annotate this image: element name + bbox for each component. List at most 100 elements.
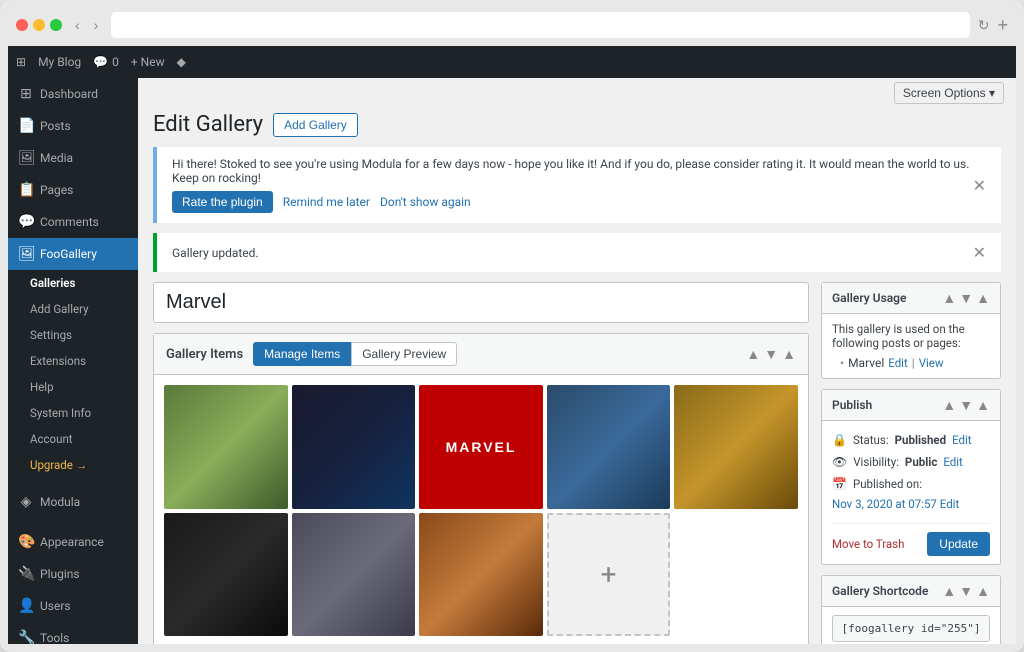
gallery-usage-edit-link[interactable]: Edit (888, 356, 907, 370)
tab-manage-items[interactable]: Manage Items (253, 342, 351, 366)
sidebar-item-foogallery[interactable]: 🖼 FooGallery (8, 238, 138, 270)
gallery-grid: MARVEL + (154, 375, 808, 644)
forward-button[interactable]: › (89, 15, 104, 35)
gallery-thumb-5[interactable] (674, 385, 798, 509)
gallery-usage-down[interactable]: ▼ (959, 290, 973, 306)
shortcode-down[interactable]: ▼ (959, 583, 973, 599)
publish-expand[interactable]: ▲ (976, 397, 990, 413)
sidebar-sub-extensions[interactable]: Extensions (8, 348, 138, 374)
sidebar-item-comments[interactable]: 💬 Comments (8, 206, 138, 238)
gallery-usage-up[interactable]: ▲ (942, 290, 956, 306)
publish-up[interactable]: ▲ (942, 397, 956, 413)
published-date-edit[interactable]: Nov 3, 2020 at 07:57 Edit (832, 497, 959, 511)
settings-sub-label: Settings (30, 328, 72, 342)
sidebar-item-tools[interactable]: 🔧 Tools (8, 622, 138, 644)
shortcode-expand[interactable]: ▲ (976, 583, 990, 599)
update-button[interactable]: Update (927, 532, 990, 556)
tab-gallery-preview[interactable]: Gallery Preview (351, 342, 457, 366)
notice-close-icon[interactable]: ✕ (973, 176, 986, 195)
admin-bar-comments[interactable]: 💬 0 (93, 55, 119, 69)
gallery-thumb-4[interactable] (547, 385, 671, 509)
sidebar-item-modula[interactable]: ◈ Modula (8, 486, 138, 518)
gallery-thumb-1[interactable] (164, 385, 288, 509)
appearance-icon: 🎨 (18, 534, 34, 550)
wordpress-layout: ⊞ My Blog 💬 0 + New ◆ ⊞ Dashboard (8, 46, 1016, 644)
sidebar-sub-system-info[interactable]: System Info (8, 400, 138, 426)
gallery-usage-view-link[interactable]: View (919, 356, 944, 370)
refresh-button[interactable]: ↻ (978, 17, 990, 34)
back-button[interactable]: ‹ (70, 15, 85, 35)
sidebar-item-appearance[interactable]: 🎨 Appearance (8, 526, 138, 558)
gallery-items-collapse-down[interactable]: ▼ (764, 346, 778, 362)
rate-plugin-button[interactable]: Rate the plugin (172, 191, 273, 213)
sidebar-item-users[interactable]: 👤 Users (8, 590, 138, 622)
wp-logo[interactable]: ⊞ (16, 55, 26, 69)
publish-visibility-row: 👁 Visibility: Public Edit (832, 451, 990, 473)
icon-item: ◆ (177, 55, 186, 69)
sidebar-sub-account[interactable]: Account (8, 426, 138, 452)
publish-date-row: 📅 Published on: Nov 3, 2020 at 07:57 Edi… (832, 473, 990, 515)
gallery-items-expand[interactable]: ▲ (782, 346, 796, 362)
gallery-items-collapse-up[interactable]: ▲ (746, 346, 760, 362)
gallery-thumb-2[interactable] (292, 385, 416, 509)
admin-bar-icon[interactable]: ◆ (177, 55, 186, 69)
dont-show-link[interactable]: Don't show again (380, 195, 471, 209)
sidebar-label-dashboard: Dashboard (40, 87, 98, 101)
page-header: Edit Gallery Add Gallery (138, 108, 1016, 147)
comments-nav-icon: 💬 (18, 214, 34, 230)
status-edit-link[interactable]: Edit (952, 433, 971, 447)
publish-body: 🔒 Status: Published Edit 👁 Visibility: P… (822, 421, 1000, 564)
main-content: Screen Options ▾ Edit Gallery Add Galler… (138, 78, 1016, 644)
notice-content: Hi there! Stoked to see you're using Mod… (172, 157, 973, 213)
sidebar-submenu-foogallery: Galleries Add Gallery Settings Extension… (8, 270, 138, 478)
status-value: Published (895, 433, 946, 447)
new-tab-button[interactable]: + (997, 15, 1008, 36)
close-dot[interactable] (16, 19, 28, 31)
remind-later-link[interactable]: Remind me later (283, 195, 370, 209)
wp-main-window: ⊞ Dashboard 📄 Posts 🖼 Media 📋 Pages 💬 (8, 78, 1016, 644)
sidebar-item-pages[interactable]: 📋 Pages (8, 174, 138, 206)
published-date: Nov 3, 2020 at 07:57 (832, 497, 937, 511)
sidebar-item-posts[interactable]: 📄 Posts (8, 110, 138, 142)
address-bar[interactable] (111, 12, 969, 38)
users-icon: 👤 (18, 598, 34, 614)
gallery-thumb-7[interactable] (292, 513, 416, 637)
shortcode-value[interactable]: [foogallery id="255"] (832, 615, 990, 642)
visibility-value: Public (905, 455, 937, 469)
add-gallery-label: Add Gallery (30, 302, 89, 316)
add-gallery-button[interactable]: Add Gallery (273, 113, 358, 137)
calendar-icon: 📅 (832, 477, 847, 491)
gallery-thumb-3[interactable]: MARVEL (419, 385, 543, 509)
media-icon: 🖼 (18, 150, 34, 166)
gallery-thumb-add[interactable]: + (547, 513, 671, 637)
visibility-edit-link[interactable]: Edit (943, 455, 962, 469)
move-trash-link[interactable]: Move to Trash (832, 537, 904, 551)
marvel-text: MARVEL (446, 439, 517, 455)
extensions-label: Extensions (30, 354, 86, 368)
publish-down[interactable]: ▼ (959, 397, 973, 413)
minimize-dot[interactable] (33, 19, 45, 31)
sidebar-sub-add-gallery[interactable]: Add Gallery (8, 296, 138, 322)
sidebar-sub-upgrade[interactable]: Upgrade → (8, 452, 138, 478)
gallery-thumb-8[interactable] (419, 513, 543, 637)
gallery-thumb-6[interactable] (164, 513, 288, 637)
sidebar-item-media[interactable]: 🖼 Media (8, 142, 138, 174)
sidebar-sub-help[interactable]: Help (8, 374, 138, 400)
galleries-label: Galleries (30, 276, 75, 290)
blog-name-label: My Blog (38, 55, 81, 69)
sidebar-sub-settings[interactable]: Settings (8, 322, 138, 348)
screen-options-button[interactable]: Screen Options ▾ (894, 82, 1004, 104)
maximize-dot[interactable] (50, 19, 62, 31)
updated-notice-close[interactable]: ✕ (973, 243, 986, 262)
admin-bar-new[interactable]: + New (131, 55, 165, 69)
sidebar-item-plugins[interactable]: 🔌 Plugins (8, 558, 138, 590)
browser-window: ‹ › ↻ + ⊞ My Blog 💬 0 + New ◆ (0, 0, 1024, 652)
gallery-usage-expand[interactable]: ▲ (976, 290, 990, 306)
notice-actions: Rate the plugin Remind me later Don't sh… (172, 191, 973, 213)
shortcode-header: Gallery Shortcode ▲ ▼ ▲ (822, 576, 1000, 607)
gallery-name-input[interactable] (153, 282, 809, 323)
sidebar-sub-galleries[interactable]: Galleries (8, 270, 138, 296)
shortcode-up[interactable]: ▲ (942, 583, 956, 599)
admin-bar-blog[interactable]: My Blog (38, 55, 81, 69)
sidebar-item-dashboard[interactable]: ⊞ Dashboard (8, 78, 138, 110)
